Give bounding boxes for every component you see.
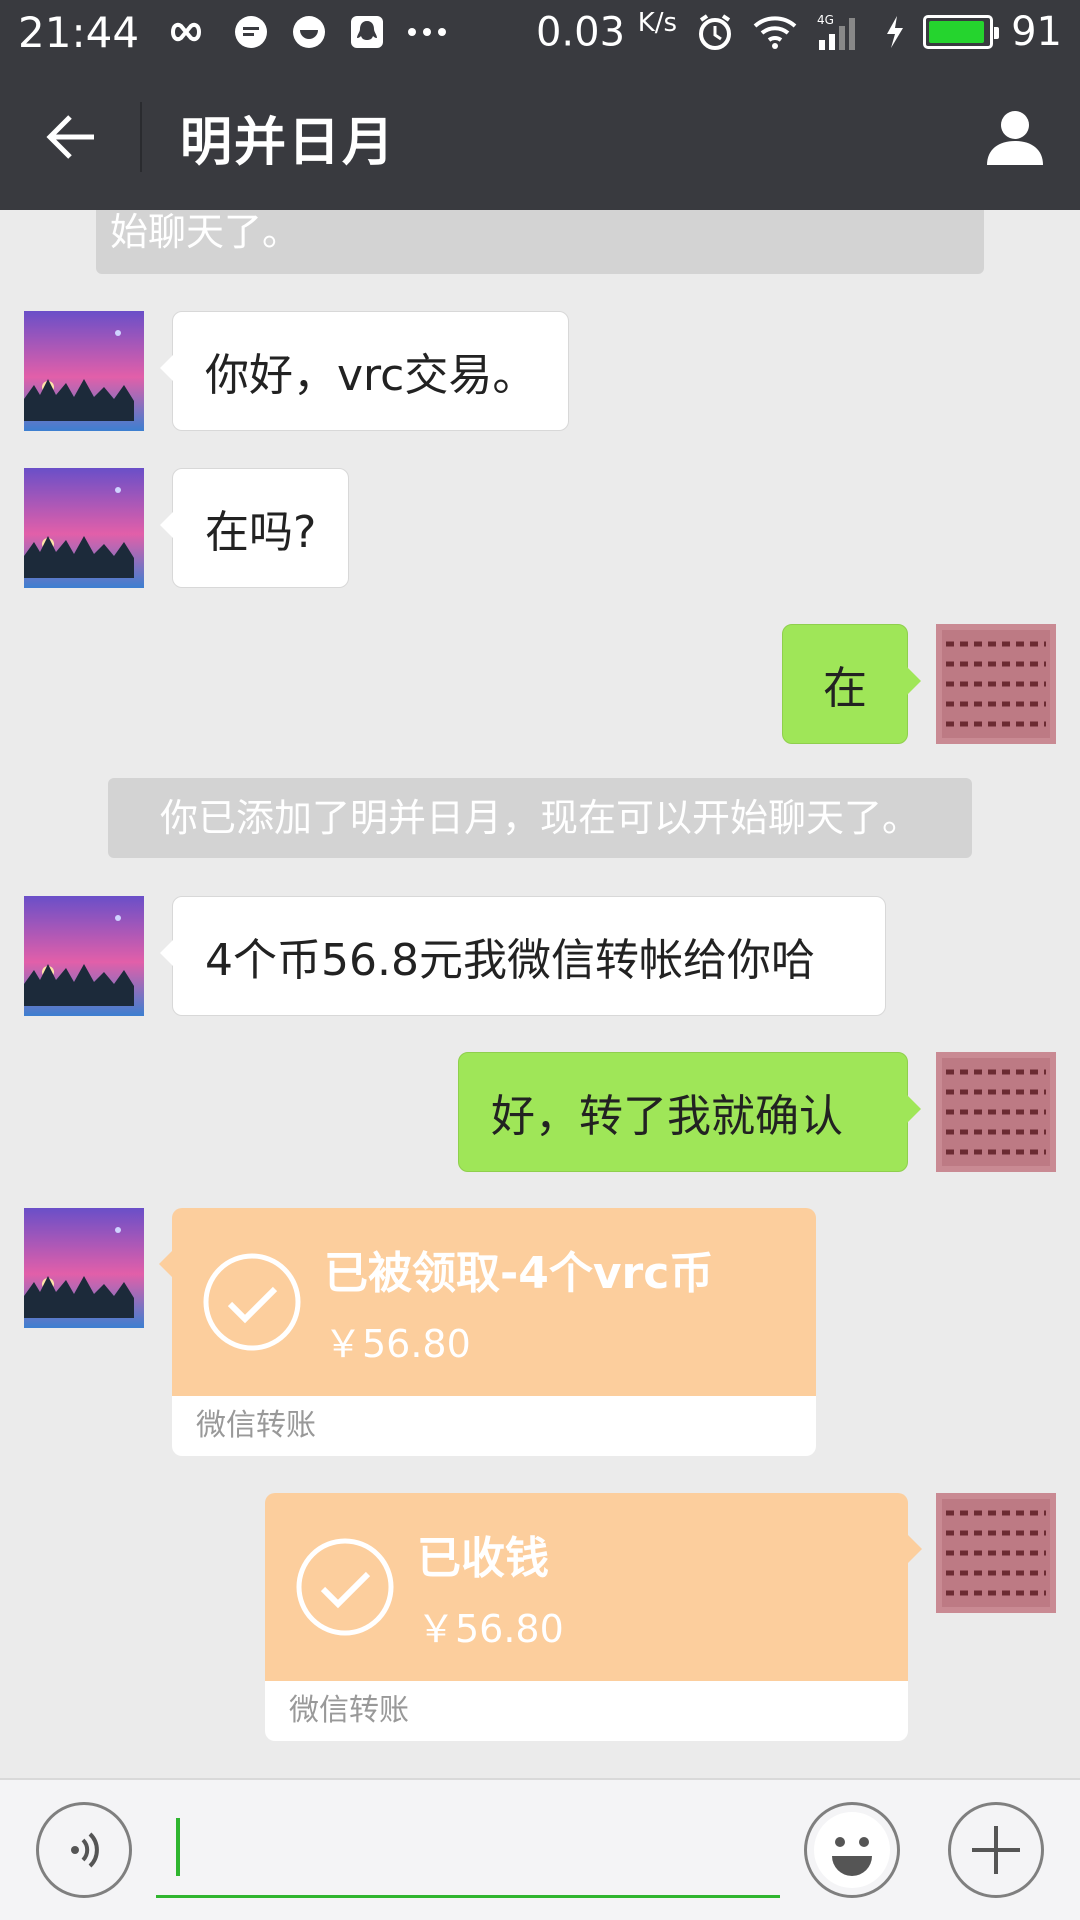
smile-app-icon [291, 14, 327, 50]
back-arrow-icon [46, 115, 94, 159]
avatar[interactable] [24, 1208, 144, 1328]
emoji-icon [814, 1812, 890, 1888]
chat-header: 明并日月 [0, 64, 1080, 210]
voice-button[interactable] [36, 1802, 132, 1898]
qq-icon [349, 14, 385, 50]
transfer-amount: ￥56.80 [417, 1606, 564, 1651]
avatar[interactable] [24, 468, 144, 588]
transfer-amount: ￥56.80 [324, 1321, 471, 1366]
check-circle-icon [203, 1253, 301, 1351]
transfer-card-body: 已被领取-4个vrc币 ￥56.80 [159, 1208, 816, 1396]
page-title: 明并日月 [180, 112, 397, 173]
more-options-button[interactable] [948, 1802, 1044, 1898]
plus-icon [972, 1826, 1020, 1874]
voice-icon [71, 1832, 99, 1868]
avatar[interactable] [936, 1493, 1056, 1613]
avatar[interactable] [24, 311, 144, 431]
transfer-footer: 微信转账 [265, 1681, 908, 1741]
alarm-icon [695, 12, 735, 52]
chat-info-button[interactable] [950, 64, 1080, 210]
message-bubble-incoming[interactable]: 在吗? [159, 468, 350, 588]
status-bar: 21:44 0.03 K/s 4G 91 [0, 0, 1080, 64]
transfer-card[interactable]: 已收钱 ￥56.80 微信转账 [265, 1493, 922, 1741]
battery-icon [923, 14, 1000, 49]
charging-icon [883, 14, 905, 50]
wifi-icon [753, 14, 797, 50]
transfer-card[interactable]: 已被领取-4个vrc币 ￥56.80 微信转账 [159, 1208, 816, 1456]
status-time: 21:44 [18, 7, 140, 57]
message-text: 你好，vrc交易。 [205, 350, 537, 401]
message-text: 在吗? [205, 507, 317, 558]
chat-area[interactable]: 始聊天了。 你好，vrc交易。 在吗? 在 你已添加了明并日月，现在可以开始聊天… [0, 210, 1080, 1778]
svg-text:4G: 4G [817, 13, 834, 27]
transfer-footer: 微信转账 [172, 1396, 816, 1456]
transfer-title: 已被领取-4个vrc币 [324, 1247, 714, 1299]
message-bubble-outgoing[interactable]: 在 [782, 624, 921, 744]
signal-icon: 4G [815, 12, 865, 52]
message-bubble-incoming[interactable]: 你好，vrc交易。 [159, 311, 570, 431]
header-divider [140, 102, 142, 172]
message-text: 好，转了我就确认 [491, 1091, 843, 1142]
transfer-title: 已收钱 [417, 1532, 549, 1584]
text-caret [176, 1818, 180, 1876]
person-icon [987, 111, 1043, 165]
chat-icon [233, 14, 269, 50]
avatar[interactable] [936, 624, 1056, 744]
infinity-icon [161, 17, 211, 47]
more-dots-icon [407, 27, 447, 37]
message-bubble-outgoing[interactable]: 好，转了我就确认 [458, 1052, 921, 1172]
back-button[interactable] [0, 64, 140, 210]
system-message: 始聊天了。 [96, 210, 984, 274]
input-bar [0, 1778, 1080, 1920]
check-circle-icon [296, 1538, 394, 1636]
transfer-card-body: 已收钱 ￥56.80 [265, 1493, 922, 1681]
message-bubble-incoming[interactable]: 4个币56.8元我微信转帐给你哈 [160, 896, 886, 1016]
message-text: 在 [823, 663, 867, 714]
emoji-button[interactable] [804, 1802, 900, 1898]
battery-level: 91 [1011, 8, 1062, 55]
message-input[interactable] [156, 1802, 780, 1898]
network-speed: 0.03 K/s [535, 8, 678, 56]
avatar[interactable] [936, 1052, 1056, 1172]
system-message: 你已添加了明并日月，现在可以开始聊天了。 [108, 778, 972, 858]
message-text: 4个币56.8元我微信转帐给你哈 [205, 935, 815, 986]
avatar[interactable] [24, 896, 144, 1016]
